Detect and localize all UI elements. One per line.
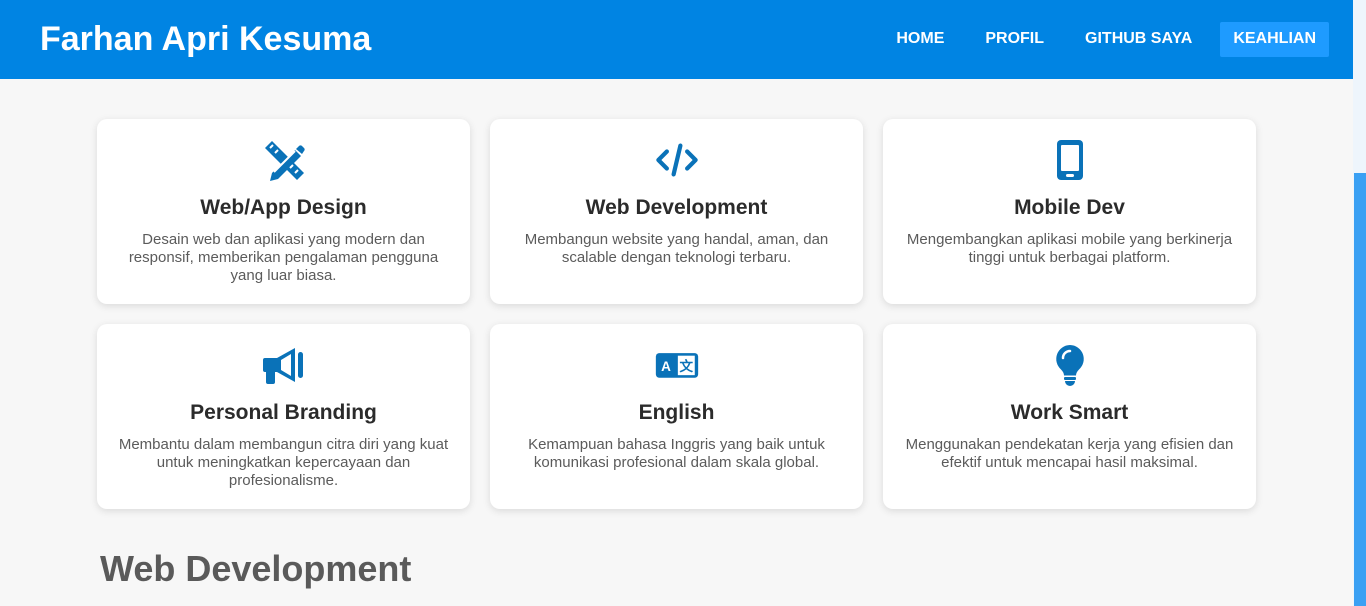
section-heading: Web Development (100, 548, 412, 589)
scrollbar-thumb[interactable] (1354, 173, 1366, 606)
card-description: Desain web dan aplikasi yang modern dan … (128, 231, 439, 284)
nav-home[interactable]: HOME (883, 22, 957, 57)
megaphone-icon (262, 344, 306, 386)
code-icon (655, 139, 699, 181)
card-title: English (638, 401, 715, 424)
skill-card-work-smart: Work Smart Menggunakan pendekatan kerja … (883, 324, 1256, 509)
skill-card-english: A 文 English Kemampuan bahasa Inggris yan… (490, 324, 863, 509)
brand-title[interactable]: Farhan Apri Kesuma (40, 20, 371, 59)
svg-text:文: 文 (679, 358, 693, 375)
card-title: Work Smart (1010, 401, 1129, 424)
nav-profil[interactable]: PROFIL (972, 22, 1057, 57)
card-description: Membangun website yang handal, aman, dan… (524, 231, 829, 266)
card-title: Personal Branding (190, 401, 377, 424)
site-header: Farhan Apri Kesuma HOME PROFIL GITHUB SA… (0, 0, 1353, 79)
card-title: Web Development (585, 196, 768, 219)
skill-card-personal-branding: Personal Branding Membantu dalam membang… (97, 324, 470, 509)
skills-grid: Web/App Design Desain web dan aplikasi y… (97, 119, 1257, 509)
card-description: Mengembangkan aplikasi mobile yang berki… (906, 231, 1233, 266)
card-description: Kemampuan bahasa Inggris yang baik untuk… (528, 436, 825, 471)
card-title: Web/App Design (200, 196, 367, 219)
lightbulb-icon (1048, 344, 1092, 386)
page: Farhan Apri Kesuma HOME PROFIL GITHUB SA… (0, 0, 1366, 606)
nav-github[interactable]: GITHUB SAYA (1072, 22, 1205, 57)
main-nav: HOME PROFIL GITHUB SAYA KEAHLIAN (876, 22, 1329, 57)
skill-card-mobile-dev: Mobile Dev Mengembangkan aplikasi mobile… (883, 119, 1256, 304)
nav-keahlian[interactable]: KEAHLIAN (1220, 22, 1329, 57)
mobile-icon (1048, 139, 1092, 181)
card-description: Membantu dalam membangun citra diri yang… (118, 436, 449, 489)
svg-text:A: A (661, 359, 671, 374)
skill-card-web-development: Web Development Membangun website yang h… (490, 119, 863, 304)
card-description: Menggunakan pendekatan kerja yang efisie… (905, 436, 1234, 471)
skill-card-web-app-design: Web/App Design Desain web dan aplikasi y… (97, 119, 470, 304)
pencil-ruler-icon (262, 139, 306, 181)
language-icon: A 文 (655, 344, 699, 386)
card-title: Mobile Dev (1014, 196, 1125, 219)
